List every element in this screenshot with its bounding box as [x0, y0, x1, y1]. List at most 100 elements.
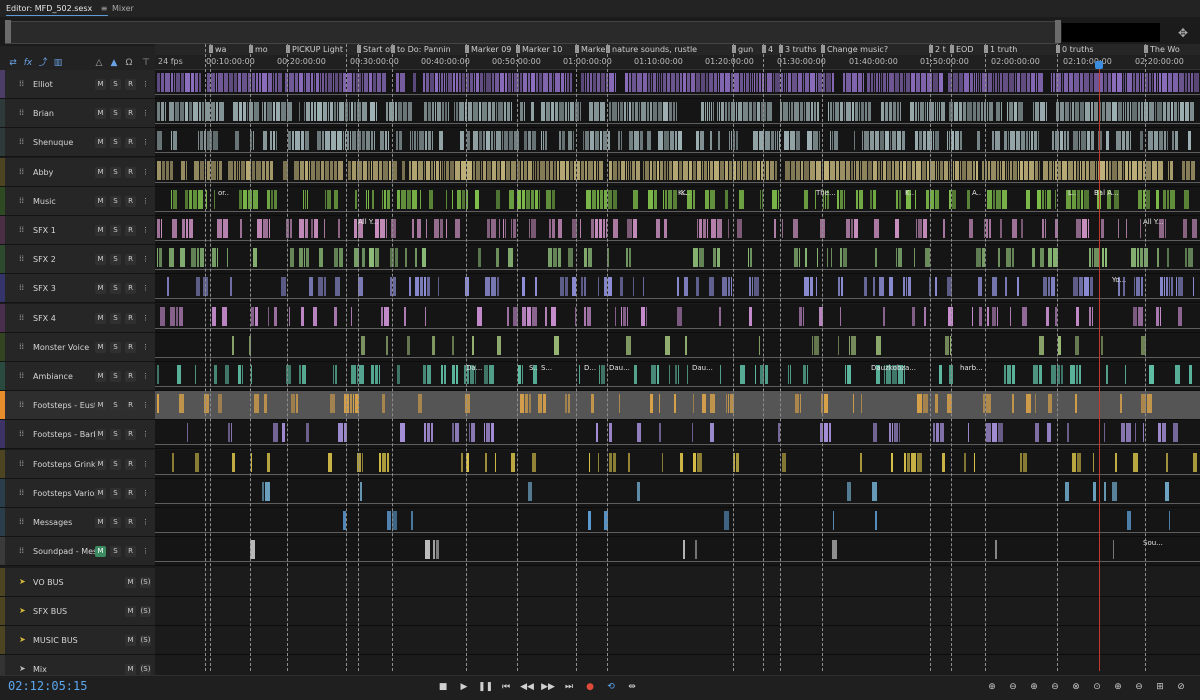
audio-clip[interactable]	[889, 102, 892, 121]
audio-clip[interactable]	[701, 102, 704, 121]
marker-label[interactable]: Marker 10	[516, 44, 562, 55]
audio-clip[interactable]	[683, 73, 686, 92]
audio-clip[interactable]	[455, 423, 459, 442]
audio-clip[interactable]	[334, 248, 338, 267]
audio-clip[interactable]	[788, 73, 791, 92]
audio-clip[interactable]	[873, 161, 877, 180]
audio-clip[interactable]	[1174, 102, 1177, 121]
audio-clip[interactable]	[593, 73, 596, 92]
audio-clip[interactable]	[306, 248, 309, 267]
audio-clip[interactable]	[1104, 482, 1106, 501]
audio-clip[interactable]	[1062, 73, 1063, 92]
audio-clip[interactable]	[385, 131, 387, 150]
audio-clip[interactable]	[804, 277, 809, 296]
audio-clip[interactable]	[325, 131, 330, 150]
audio-clip[interactable]	[306, 73, 310, 92]
audio-clip[interactable]	[661, 73, 662, 92]
pause-button[interactable]: ❚❚	[478, 680, 493, 694]
audio-clip[interactable]	[771, 131, 774, 150]
audio-clip[interactable]	[1047, 190, 1051, 209]
audio-clip[interactable]	[647, 102, 649, 121]
audio-clip[interactable]	[989, 219, 991, 238]
audio-clip[interactable]	[595, 219, 598, 238]
audio-clip[interactable]	[1116, 131, 1121, 150]
track-options-icon[interactable]: ⋮	[140, 254, 151, 265]
audio-clip[interactable]	[1138, 161, 1142, 180]
audio-clip[interactable]	[964, 453, 966, 472]
audio-clip[interactable]	[366, 131, 370, 150]
audio-clip[interactable]	[626, 161, 627, 180]
audio-clip[interactable]	[1053, 161, 1054, 180]
audio-clip[interactable]	[987, 102, 988, 121]
audio-clip[interactable]	[710, 394, 715, 413]
audio-clip[interactable]	[854, 131, 855, 150]
audio-clip[interactable]	[529, 219, 530, 238]
audio-clip[interactable]	[643, 73, 647, 92]
audio-clip[interactable]	[177, 365, 181, 384]
audio-clip[interactable]	[1175, 365, 1180, 384]
audio-clip[interactable]	[1000, 161, 1001, 180]
audio-clip[interactable]	[895, 73, 899, 92]
audio-clip[interactable]	[442, 102, 444, 121]
audio-clip[interactable]	[1033, 365, 1038, 384]
audio-clip[interactable]	[830, 102, 832, 121]
audio-clip[interactable]	[1171, 277, 1173, 296]
audio-clip[interactable]	[1008, 131, 1009, 150]
audio-clip[interactable]	[711, 219, 716, 238]
audio-clip[interactable]	[720, 365, 721, 384]
audio-clip[interactable]	[1009, 102, 1013, 121]
track-lane[interactable]: Sou...	[155, 537, 1200, 566]
audio-clip[interactable]	[881, 161, 882, 180]
mute-button[interactable]: M	[95, 79, 106, 90]
audio-clip[interactable]	[337, 102, 338, 121]
audio-clip[interactable]	[1009, 73, 1014, 92]
audio-clip[interactable]	[773, 73, 774, 92]
track-name[interactable]: Messages	[33, 518, 72, 527]
audio-clip[interactable]	[489, 365, 494, 384]
audio-clip[interactable]	[891, 453, 893, 472]
audio-clip[interactable]	[982, 161, 984, 180]
audio-clip[interactable]	[369, 73, 372, 92]
audio-clip[interactable]	[851, 336, 856, 355]
audio-clip[interactable]	[588, 161, 593, 180]
audio-clip[interactable]	[725, 73, 730, 92]
audio-clip[interactable]	[497, 277, 499, 296]
audio-clip[interactable]	[810, 277, 813, 296]
audio-clip[interactable]	[874, 73, 875, 92]
audio-clip[interactable]	[933, 73, 938, 92]
audio-clip[interactable]	[304, 102, 305, 121]
audio-clip[interactable]	[1058, 336, 1061, 355]
audio-clip[interactable]	[1193, 277, 1194, 296]
track-header-music[interactable]: ⁞⁞ Music M S R ⋮	[0, 187, 155, 216]
audio-clip[interactable]	[678, 131, 682, 150]
audio-clip[interactable]	[879, 277, 884, 296]
audio-clip[interactable]	[996, 102, 1000, 121]
audio-clip[interactable]	[1171, 102, 1173, 121]
audio-clip[interactable]	[559, 131, 561, 150]
audio-clip[interactable]	[401, 190, 406, 209]
audio-clip[interactable]	[900, 102, 901, 121]
audio-clip[interactable]	[671, 73, 675, 92]
mute-button[interactable]: M	[95, 313, 106, 324]
audio-clip[interactable]	[926, 190, 929, 209]
audio-clip[interactable]	[1112, 482, 1117, 501]
metronome-icon[interactable]: △	[93, 57, 105, 69]
audio-clip[interactable]	[741, 161, 742, 180]
fast-forward-button[interactable]: ▶▶	[541, 680, 555, 694]
audio-clip[interactable]	[1157, 102, 1162, 121]
audio-clip[interactable]	[1072, 102, 1074, 121]
audio-clip[interactable]	[900, 161, 902, 180]
audio-clip[interactable]	[1080, 161, 1081, 180]
marker-label[interactable]: wa	[209, 44, 226, 55]
audio-clip[interactable]	[1064, 73, 1068, 92]
audio-clip[interactable]	[1182, 161, 1185, 180]
audio-clip[interactable]	[288, 131, 291, 150]
audio-clip[interactable]	[800, 102, 803, 121]
audio-clip[interactable]	[799, 307, 802, 326]
audio-clip[interactable]	[380, 131, 384, 150]
audio-clip[interactable]	[1165, 482, 1169, 501]
audio-clip[interactable]	[782, 219, 783, 238]
audio-clip[interactable]	[903, 161, 906, 180]
audio-clip[interactable]	[621, 307, 622, 326]
audio-clip[interactable]	[411, 511, 413, 530]
